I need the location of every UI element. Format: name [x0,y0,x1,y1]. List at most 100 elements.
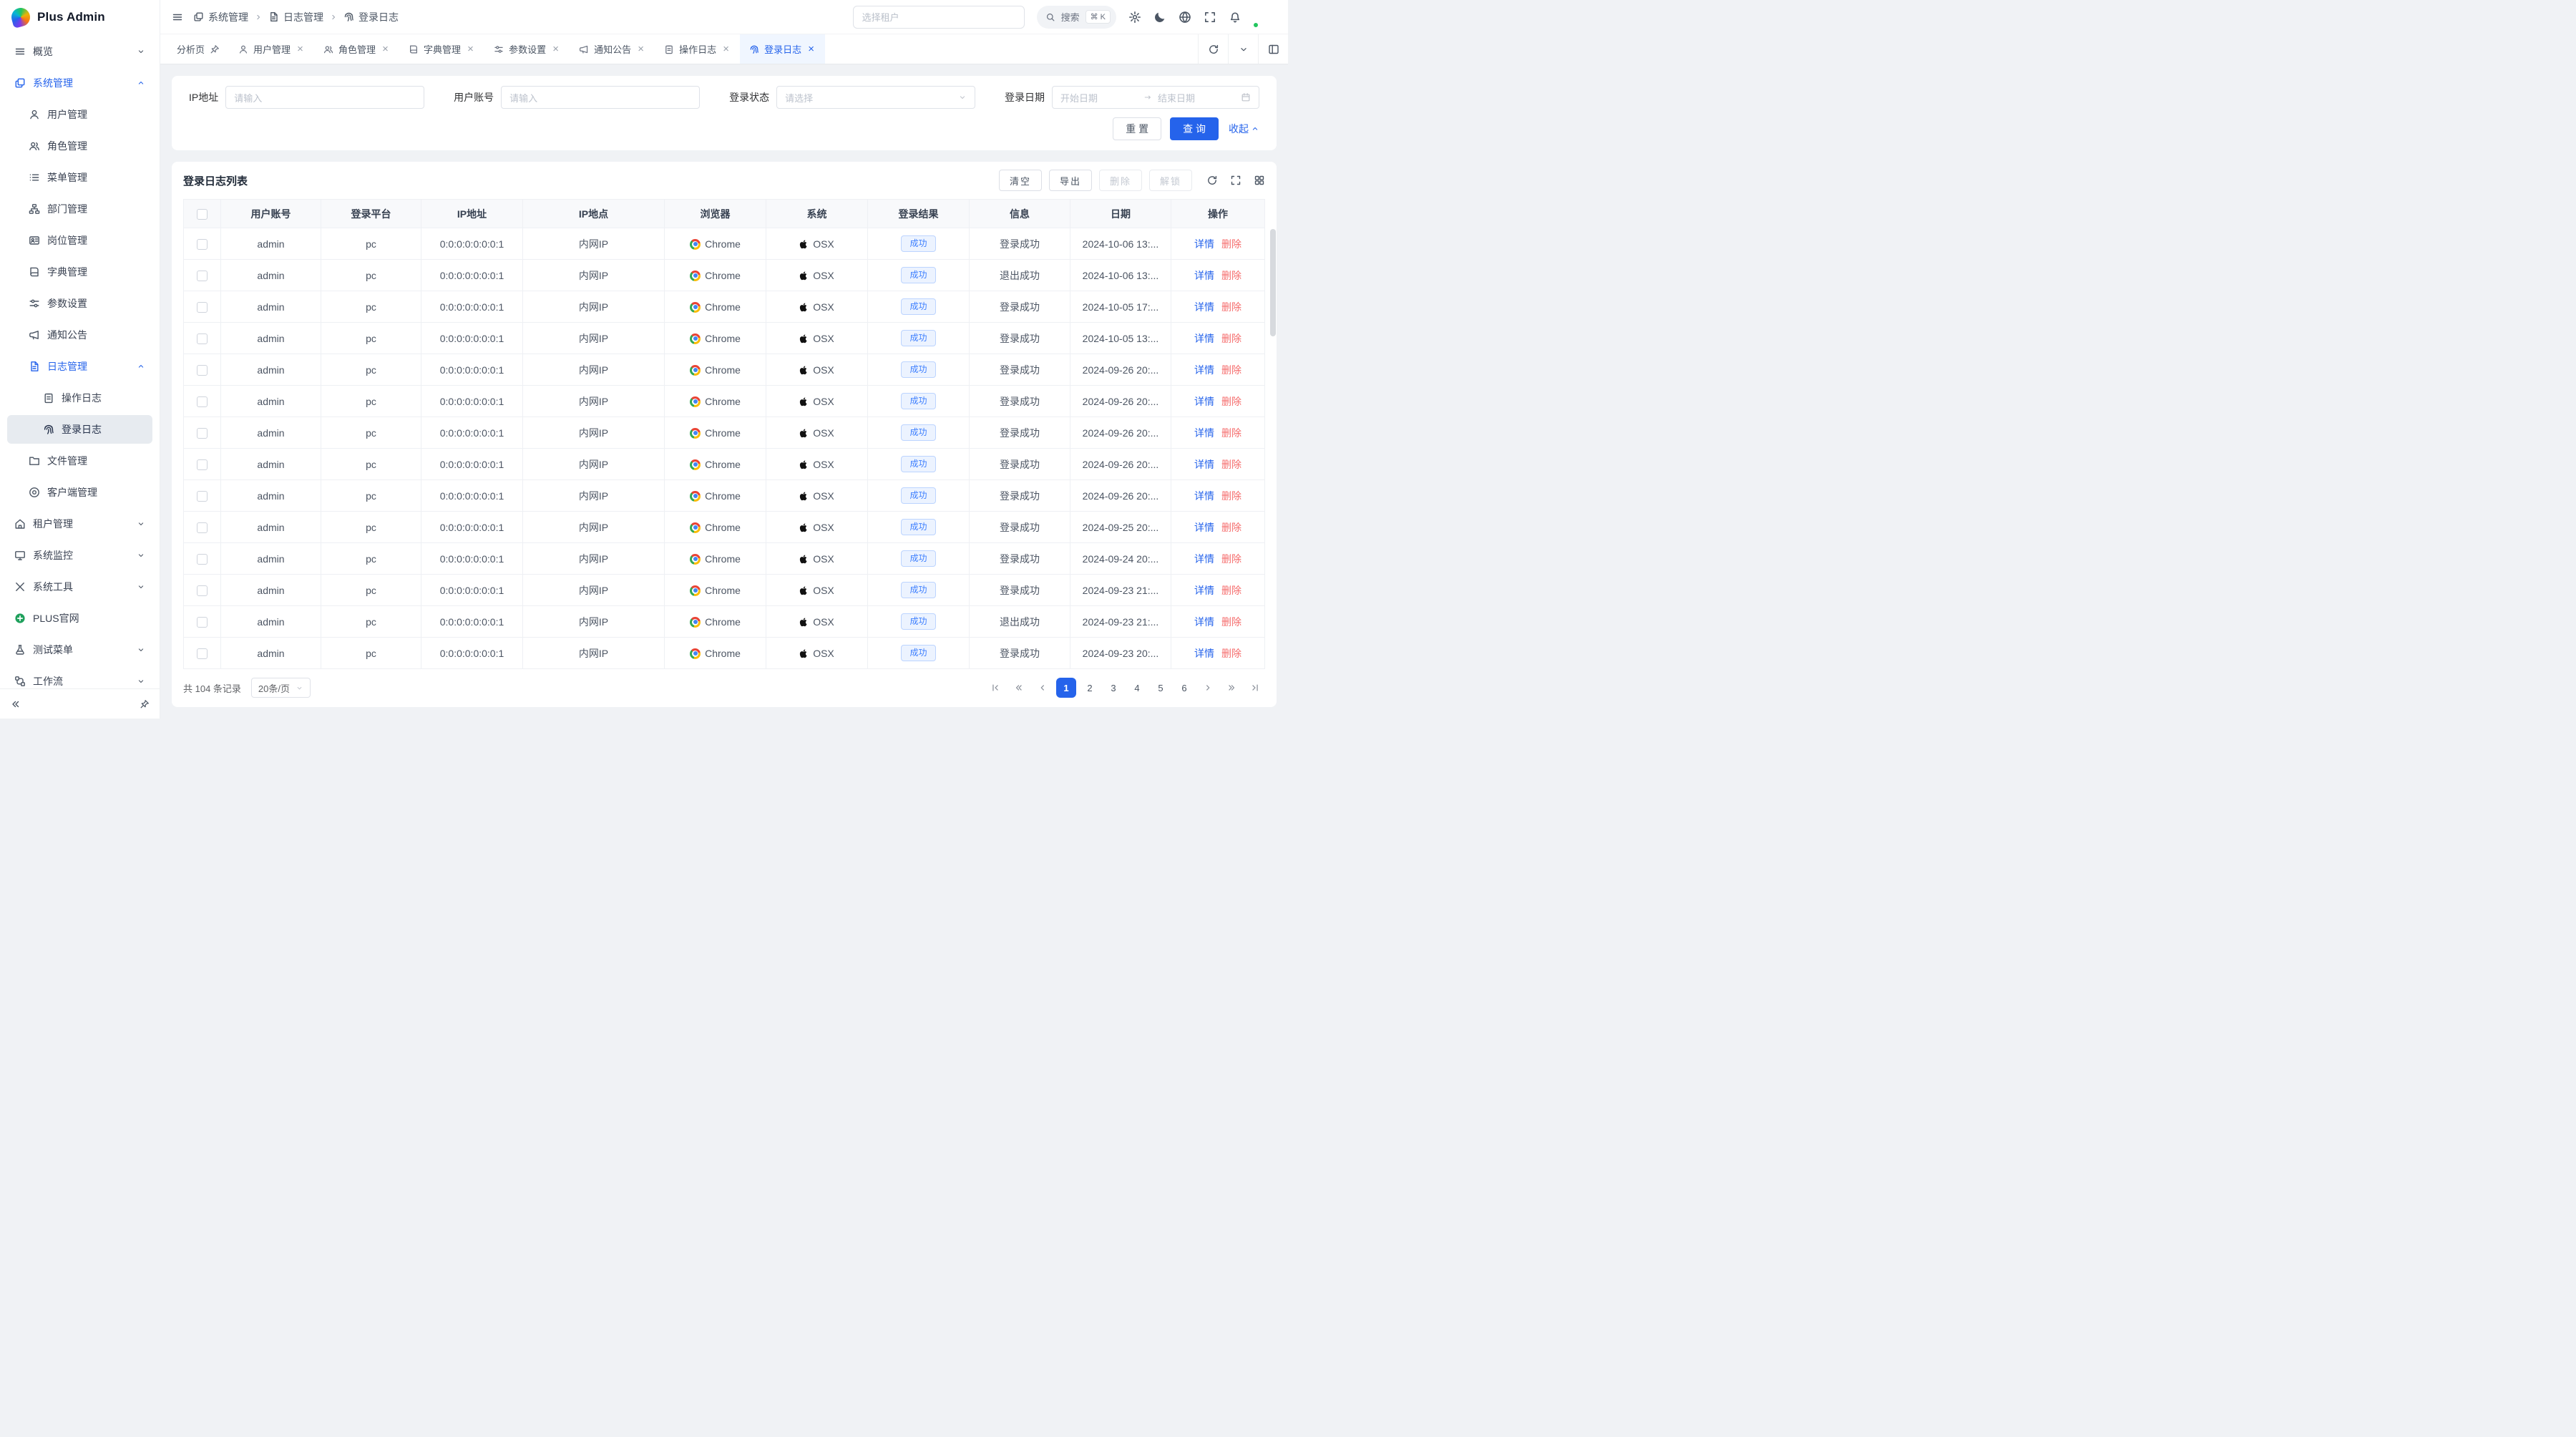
detail-link[interactable]: 详情 [1194,333,1214,344]
detail-link[interactable]: 详情 [1194,522,1214,533]
row-checkbox[interactable] [197,302,208,313]
sidebar-item-login-log[interactable]: 登录日志 [7,415,152,444]
page-button-5[interactable]: 5 [1151,678,1171,698]
settings-gear-button[interactable] [1128,11,1141,24]
hamburger-menu-button[interactable] [172,11,183,23]
prev-page-button[interactable] [1033,678,1053,698]
tab-close-icon[interactable]: × [721,44,731,54]
sidebar-item-monitor[interactable]: 系统监控 [7,541,152,570]
tenant-select[interactable]: 选择租户 [853,6,1025,29]
fullscreen-button[interactable] [1204,11,1216,24]
row-checkbox[interactable] [197,617,208,628]
user-avatar[interactable] [1254,6,1277,29]
detail-link[interactable]: 详情 [1194,364,1214,376]
detail-link[interactable]: 详情 [1194,301,1214,313]
delete-link[interactable]: 删除 [1221,553,1241,565]
detail-link[interactable]: 详情 [1194,427,1214,439]
delete-button[interactable]: 删除 [1099,170,1142,191]
breadcrumb-item[interactable]: 日志管理 [268,10,323,24]
detail-link[interactable]: 详情 [1194,459,1214,470]
detail-link[interactable]: 详情 [1194,238,1214,250]
row-checkbox[interactable] [197,648,208,659]
unlock-button[interactable]: 解锁 [1149,170,1192,191]
delete-link[interactable]: 删除 [1221,270,1241,281]
detail-link[interactable]: 详情 [1194,490,1214,502]
row-checkbox[interactable] [197,491,208,502]
breadcrumb-item[interactable]: 登录日志 [343,10,399,24]
tab-notice[interactable]: 通知公告× [570,34,655,64]
tab-dict-mgmt[interactable]: 字典管理× [399,34,484,64]
tab-param-settings[interactable]: 参数设置× [484,34,570,64]
sidebar-item-workflow[interactable]: 工作流 [7,667,152,688]
delete-link[interactable]: 删除 [1221,396,1241,407]
ip-address-input[interactable]: 请输入 [225,86,424,109]
row-checkbox[interactable] [197,333,208,344]
page-button-6[interactable]: 6 [1174,678,1194,698]
row-checkbox[interactable] [197,239,208,250]
delete-link[interactable]: 删除 [1221,238,1241,250]
delete-link[interactable]: 删除 [1221,364,1241,376]
tab-close-icon[interactable]: × [806,44,816,54]
tab-role-mgmt[interactable]: 角色管理× [314,34,399,64]
collapse-filters-link[interactable]: 收起 [1229,122,1259,136]
tabs-refresh-button[interactable] [1198,34,1228,64]
last-page-button[interactable] [1245,678,1265,698]
sidebar-collapse-button[interactable] [10,698,21,710]
user-account-input[interactable]: 请输入 [501,86,700,109]
sidebar-item-user[interactable]: 用户管理 [7,100,152,129]
tab-close-icon[interactable]: × [636,44,645,54]
sidebar-item-notice[interactable]: 通知公告 [7,321,152,349]
dark-mode-toggle[interactable] [1153,11,1166,24]
reset-button[interactable]: 重 置 [1113,117,1161,140]
breadcrumb-item[interactable]: 系统管理 [193,10,248,24]
table-fullscreen-button[interactable] [1230,175,1241,186]
sidebar-item-role[interactable]: 角色管理 [7,132,152,160]
tab-close-icon[interactable]: × [466,44,475,54]
tab-user-mgmt[interactable]: 用户管理× [229,34,314,64]
login-date-range[interactable]: 开始日期结束日期 [1052,86,1259,109]
row-checkbox[interactable] [197,459,208,470]
row-checkbox[interactable] [197,365,208,376]
global-search-button[interactable]: 搜索 ⌘ K [1037,6,1116,29]
sidebar-item-operation-log[interactable]: 操作日志 [7,384,152,412]
sidebar-item-system[interactable]: 系统管理 [7,69,152,97]
prev-pages-button[interactable] [1009,678,1029,698]
detail-link[interactable]: 详情 [1194,270,1214,281]
detail-link[interactable]: 详情 [1194,616,1214,628]
login-status-select[interactable]: 请选择 [776,86,975,109]
delete-link[interactable]: 删除 [1221,427,1241,439]
tab-close-icon[interactable]: × [551,44,560,54]
sidebar-item-param[interactable]: 参数设置 [7,289,152,318]
clear-button[interactable]: 清空 [999,170,1042,191]
table-columns-button[interactable] [1254,175,1265,186]
sidebar-item-plus-site[interactable]: PLUS官网 [7,604,152,633]
page-button-1[interactable]: 1 [1056,678,1076,698]
delete-link[interactable]: 删除 [1221,648,1241,659]
delete-link[interactable]: 删除 [1221,301,1241,313]
language-toggle[interactable] [1179,11,1191,24]
detail-link[interactable]: 详情 [1194,585,1214,596]
tab-analysis[interactable]: 分析页 [167,34,229,64]
sidebar-item-menu[interactable]: 菜单管理 [7,163,152,192]
tab-operation-log[interactable]: 操作日志× [655,34,740,64]
detail-link[interactable]: 详情 [1194,648,1214,659]
row-checkbox[interactable] [197,522,208,533]
sidebar-item-post[interactable]: 岗位管理 [7,226,152,255]
row-checkbox[interactable] [197,428,208,439]
delete-link[interactable]: 删除 [1221,522,1241,533]
tab-close-icon[interactable]: × [296,44,305,54]
page-size-select[interactable]: 20条/页 [251,678,311,698]
sidebar-item-tools[interactable]: 系统工具 [7,573,152,601]
layout-settings-button[interactable] [1258,34,1288,64]
sidebar-item-log[interactable]: 日志管理 [7,352,152,381]
sidebar-item-file[interactable]: 文件管理 [7,447,152,475]
tab-close-icon[interactable]: × [381,44,390,54]
sidebar-item-dept[interactable]: 部门管理 [7,195,152,223]
delete-link[interactable]: 删除 [1221,616,1241,628]
sidebar-item-test[interactable]: 测试菜单 [7,635,152,664]
row-checkbox[interactable] [197,585,208,596]
sidebar-item-tenant[interactable]: 租户管理 [7,510,152,538]
table-refresh-button[interactable] [1206,175,1218,186]
page-button-3[interactable]: 3 [1103,678,1123,698]
search-button[interactable]: 查 询 [1170,117,1219,140]
